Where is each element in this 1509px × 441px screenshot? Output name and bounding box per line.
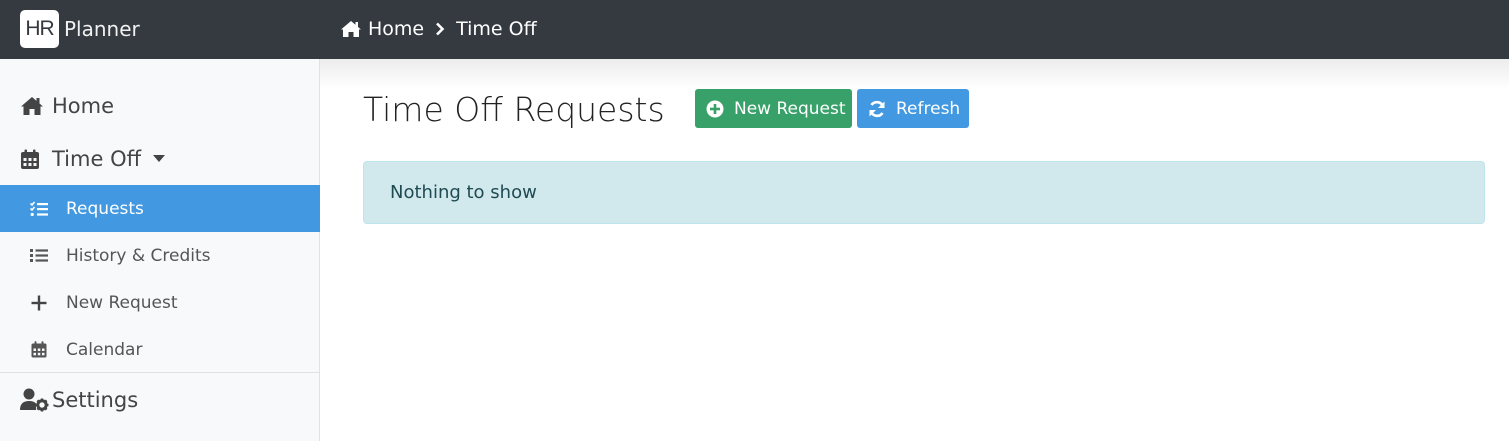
sidebar-item-label: Calendar [66, 339, 143, 360]
sync-icon [868, 100, 886, 118]
breadcrumb-home-label: Home [368, 18, 425, 40]
sidebar-item-label: Time Off [52, 147, 142, 171]
refresh-button[interactable]: Refresh [857, 89, 969, 128]
logo-mark: HR [20, 10, 59, 48]
sidebar-item-time-off[interactable]: Time Off [0, 133, 320, 185]
plus-icon [30, 294, 48, 312]
caret-down-icon [153, 155, 166, 163]
sidebar-item-history-credits[interactable]: History & Credits [0, 232, 320, 279]
breadcrumb-home[interactable]: Home [340, 18, 424, 40]
new-request-button[interactable]: New Request [695, 89, 852, 128]
sidebar-item-label: History & Credits [66, 245, 211, 266]
sidebar-item-settings[interactable]: Settings [0, 374, 320, 426]
sidebar-divider [0, 372, 320, 373]
chevron-right-icon [435, 22, 445, 36]
breadcrumb: Home Time Off [340, 16, 537, 42]
breadcrumb-time-off: Time Off [456, 18, 537, 40]
sidebar-item-label: Home [52, 94, 115, 118]
empty-state-alert: Nothing to show [363, 161, 1485, 224]
tasks-icon [30, 200, 48, 218]
home-icon [20, 95, 45, 117]
sidebar-item-calendar[interactable]: Calendar [0, 326, 320, 373]
sidebar-item-requests[interactable]: Requests [0, 185, 320, 232]
home-icon [340, 20, 362, 38]
list-icon [30, 247, 48, 265]
app-logo[interactable]: HR Planner [20, 10, 140, 48]
sidebar-item-label: Settings [52, 388, 139, 412]
sidebar-item-label: Requests [66, 198, 144, 219]
calendar-icon [30, 341, 48, 359]
sidebar-item-new-request[interactable]: New Request [0, 279, 320, 326]
sidebar-item-home[interactable]: Home [0, 80, 320, 132]
refresh-label: Refresh [896, 98, 961, 119]
sidebar: Home Time Off Requests History & Credits… [0, 59, 320, 441]
page-title: Time Off Requests [363, 90, 665, 129]
empty-state-message: Nothing to show [390, 182, 537, 203]
header-shadow [320, 59, 1509, 89]
plus-circle-icon [706, 100, 724, 118]
logo-text: Planner [64, 17, 140, 41]
sidebar-item-label: New Request [66, 292, 178, 313]
calendar-icon [20, 148, 45, 170]
new-request-label: New Request [734, 98, 846, 119]
user-cog-icon [20, 388, 51, 412]
top-navbar: HR Planner Home Time Off [0, 0, 1509, 59]
